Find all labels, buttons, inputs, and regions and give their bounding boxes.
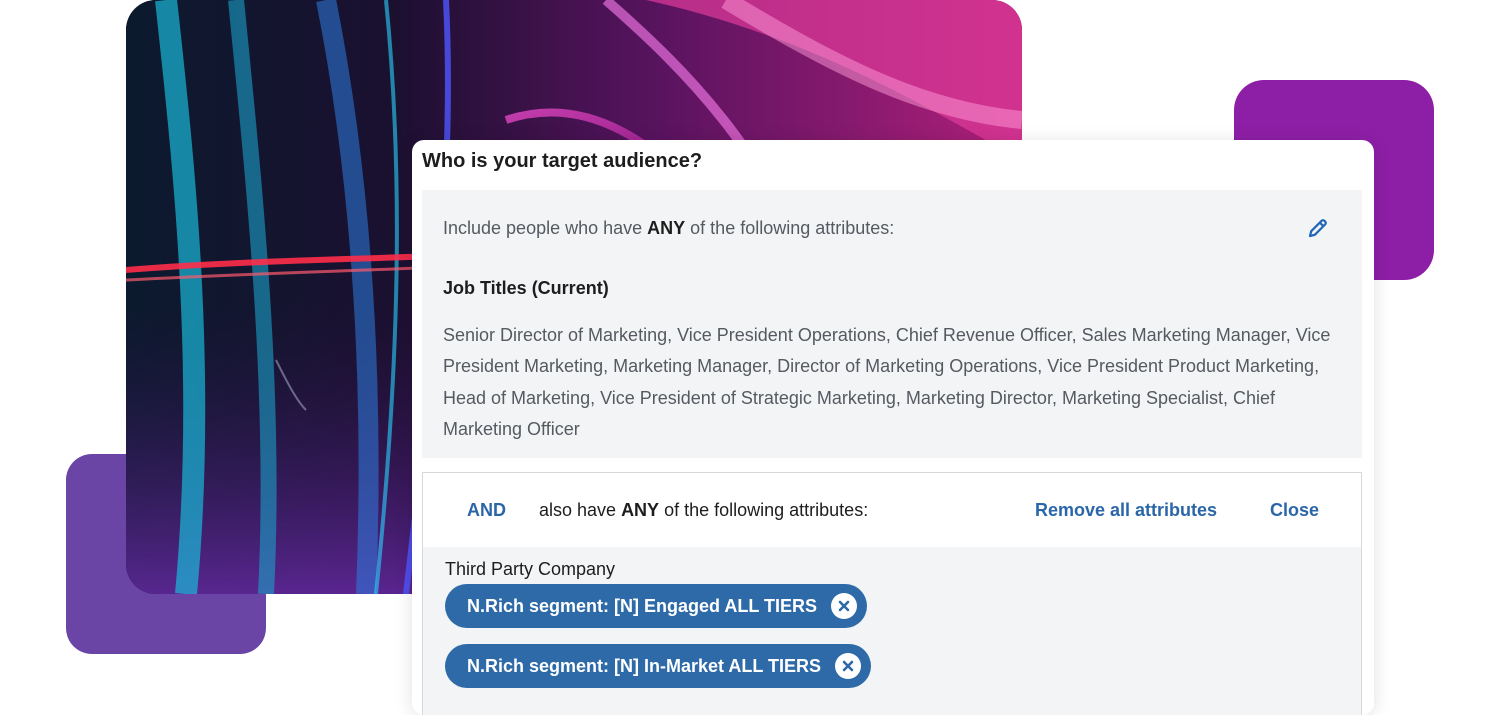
and-header: AND also have ANY of the following attri… xyxy=(423,473,1361,547)
job-titles-heading: Job Titles (Current) xyxy=(443,278,609,298)
chip-label: N.Rich segment: [N] Engaged ALL TIERS xyxy=(467,595,818,616)
card-title: Who is your target audience? xyxy=(422,150,703,172)
close-circle-icon[interactable] xyxy=(835,653,862,679)
attribute-chip: N.Rich segment: [N] Engaged ALL TIERS xyxy=(445,584,868,628)
chip-label: N.Rich segment: [N] In-Market ALL TIERS xyxy=(467,655,822,676)
attribute-chip: N.Rich segment: [N] In-Market ALL TIERS xyxy=(445,644,872,688)
include-description: Include people who have ANY of the follo… xyxy=(443,218,894,239)
attribute-group-label: Third Party Company xyxy=(445,559,616,579)
and-text-emphasis: ANY xyxy=(621,500,660,520)
and-body: Third Party Company N.Rich segment: [N] … xyxy=(423,547,1361,715)
and-description: also have ANY of the following attribute… xyxy=(539,500,868,521)
include-panel: Include people who have ANY of the follo… xyxy=(422,190,1362,458)
job-titles-values: Senior Director of Marketing, Vice Presi… xyxy=(443,325,1331,439)
and-text-prefix: also have xyxy=(539,500,622,520)
target-audience-card: Who is your target audience? Include peo… xyxy=(412,140,1374,715)
include-suffix: of the following attributes: xyxy=(685,218,895,238)
and-attributes-box: AND also have ANY of the following attri… xyxy=(422,472,1362,715)
and-operator-button[interactable]: AND xyxy=(467,500,506,521)
remove-all-attributes-link[interactable]: Remove all attributes xyxy=(1035,500,1217,521)
close-circle-icon[interactable] xyxy=(831,593,858,619)
close-link[interactable]: Close xyxy=(1270,500,1319,521)
pencil-icon[interactable] xyxy=(1306,216,1330,240)
include-emphasis: ANY xyxy=(647,218,686,238)
include-prefix: Include people who have xyxy=(443,218,648,238)
and-text-suffix: of the following attributes: xyxy=(659,500,869,520)
